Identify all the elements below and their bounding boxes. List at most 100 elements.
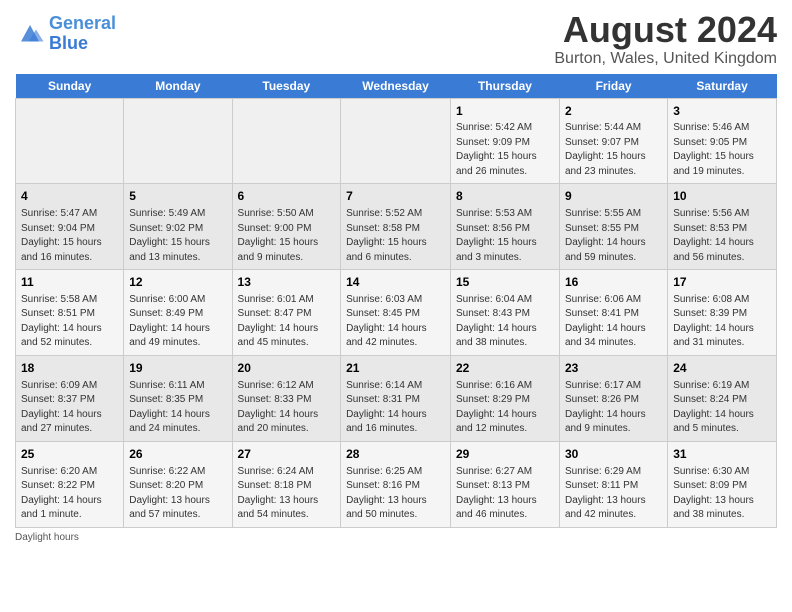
calendar-cell: 27 Sunrise: 6:24 AM Sunset: 8:18 PM Dayli… (232, 441, 341, 527)
calendar-cell: 12Sunrise: 6:00 AM Sunset: 8:49 PM Dayli… (124, 270, 232, 356)
day-info: Sunrise: 6:29 AM Sunset: 8:11 PM Dayligh… (565, 465, 662, 523)
calendar-cell: 2Sunrise: 5:44 AM Sunset: 9:07 PM Daylig… (559, 98, 667, 184)
day-info: Sunrise: 6:20 AM Sunset: 8:22 PM Dayligh… (21, 465, 118, 523)
day-number: 6 (238, 188, 336, 205)
calendar-day-header: Sunday (16, 74, 124, 99)
header: General Blue August 2024 Burton, Wales, … (15, 10, 777, 68)
day-info: Sunrise: 5:44 AM Sunset: 9:07 PM Dayligh… (565, 121, 662, 179)
footer-text: Daylight hours (15, 532, 79, 543)
calendar-cell: 11 Sunrise: 5:58 AM Sunset: 8:51 PM Dayli… (16, 270, 124, 356)
day-info: Sunrise: 5:50 AM Sunset: 9:00 PM Dayligh… (238, 207, 336, 265)
calendar-cell: 19Sunrise: 6:11 AM Sunset: 8:35 PM Dayli… (124, 355, 232, 441)
day-number: 7 (346, 188, 445, 205)
day-number: 17 (673, 274, 771, 291)
title-block: August 2024 Burton, Wales, United Kingdo… (554, 10, 777, 68)
day-info: Sunrise: 6:22 AM Sunset: 8:20 PM Dayligh… (129, 465, 226, 523)
calendar-day-header: Tuesday (232, 74, 341, 99)
day-number: 11 (21, 274, 118, 291)
day-info: Sunrise: 5:52 AM Sunset: 8:58 PM Dayligh… (346, 207, 445, 265)
calendar-cell (124, 98, 232, 184)
day-number: 16 (565, 274, 662, 291)
day-info: Sunrise: 6:06 AM Sunset: 8:41 PM Dayligh… (565, 293, 662, 351)
calendar-cell: 21Sunrise: 6:14 AM Sunset: 8:31 PM Dayli… (341, 355, 451, 441)
day-info: Sunrise: 5:55 AM Sunset: 8:55 PM Dayligh… (565, 207, 662, 265)
day-number: 10 (673, 188, 771, 205)
calendar-cell: 18Sunrise: 6:09 AM Sunset: 8:37 PM Dayli… (16, 355, 124, 441)
day-number: 28 (346, 446, 445, 463)
calendar-day-header: Saturday (668, 74, 777, 99)
calendar-cell: 23 Sunrise: 6:17 AM Sunset: 8:26 PM Dayli… (559, 355, 667, 441)
day-info: Sunrise: 6:19 AM Sunset: 8:24 PM Dayligh… (673, 379, 771, 437)
calendar-cell: 31Sunrise: 6:30 AM Sunset: 8:09 PM Dayli… (668, 441, 777, 527)
day-info: Sunrise: 6:04 AM Sunset: 8:43 PM Dayligh… (456, 293, 554, 351)
calendar-cell: 22Sunrise: 6:16 AM Sunset: 8:29 PM Dayli… (450, 355, 559, 441)
day-info: Sunrise: 6:12 AM Sunset: 8:33 PM Dayligh… (238, 379, 336, 437)
subtitle: Burton, Wales, United Kingdom (554, 50, 777, 68)
day-number: 21 (346, 360, 445, 377)
day-number: 24 (673, 360, 771, 377)
calendar-cell: 25 Sunrise: 6:20 AM Sunset: 8:22 PM Dayli… (16, 441, 124, 527)
day-number: 13 (238, 274, 336, 291)
day-number: 30 (565, 446, 662, 463)
calendar-cell (16, 98, 124, 184)
day-number: 3 (673, 103, 771, 120)
calendar-cell: 26 Sunrise: 6:22 AM Sunset: 8:20 PM Dayli… (124, 441, 232, 527)
calendar-week-row: 18Sunrise: 6:09 AM Sunset: 8:37 PM Dayli… (16, 355, 777, 441)
calendar-day-header: Monday (124, 74, 232, 99)
calendar-cell: 28 Sunrise: 6:25 AM Sunset: 8:16 PM Dayli… (341, 441, 451, 527)
calendar-day-header: Thursday (450, 74, 559, 99)
footer: Daylight hours (15, 532, 777, 543)
day-info: Sunrise: 6:16 AM Sunset: 8:29 PM Dayligh… (456, 379, 554, 437)
day-number: 4 (21, 188, 118, 205)
calendar-cell: 5Sunrise: 5:49 AM Sunset: 9:02 PM Daylig… (124, 184, 232, 270)
day-number: 29 (456, 446, 554, 463)
calendar-cell: 14 Sunrise: 6:03 AM Sunset: 8:45 PM Dayli… (341, 270, 451, 356)
day-number: 9 (565, 188, 662, 205)
day-number: 20 (238, 360, 336, 377)
calendar-cell: 17 Sunrise: 6:08 AM Sunset: 8:39 PM Dayli… (668, 270, 777, 356)
day-info: Sunrise: 5:47 AM Sunset: 9:04 PM Dayligh… (21, 207, 118, 265)
day-number: 15 (456, 274, 554, 291)
calendar-cell: 10 Sunrise: 5:56 AM Sunset: 8:53 PM Dayli… (668, 184, 777, 270)
day-number: 25 (21, 446, 118, 463)
day-info: Sunrise: 6:24 AM Sunset: 8:18 PM Dayligh… (238, 465, 336, 523)
day-info: Sunrise: 5:46 AM Sunset: 9:05 PM Dayligh… (673, 121, 771, 179)
calendar-cell: 30 Sunrise: 6:29 AM Sunset: 8:11 PM Dayli… (559, 441, 667, 527)
calendar-cell: 20 Sunrise: 6:12 AM Sunset: 8:33 PM Dayli… (232, 355, 341, 441)
day-number: 1 (456, 103, 554, 120)
calendar-cell: 8Sunrise: 5:53 AM Sunset: 8:56 PM Daylig… (450, 184, 559, 270)
day-info: Sunrise: 5:58 AM Sunset: 8:51 PM Dayligh… (21, 293, 118, 351)
calendar-day-header: Friday (559, 74, 667, 99)
day-info: Sunrise: 5:56 AM Sunset: 8:53 PM Dayligh… (673, 207, 771, 265)
calendar-cell (341, 98, 451, 184)
day-info: Sunrise: 6:17 AM Sunset: 8:26 PM Dayligh… (565, 379, 662, 437)
main-container: General Blue August 2024 Burton, Wales, … (0, 0, 792, 553)
day-number: 27 (238, 446, 336, 463)
day-info: Sunrise: 6:09 AM Sunset: 8:37 PM Dayligh… (21, 379, 118, 437)
day-info: Sunrise: 6:25 AM Sunset: 8:16 PM Dayligh… (346, 465, 445, 523)
calendar-cell: 3Sunrise: 5:46 AM Sunset: 9:05 PM Daylig… (668, 98, 777, 184)
calendar-cell: 29 Sunrise: 6:27 AM Sunset: 8:13 PM Dayli… (450, 441, 559, 527)
day-number: 14 (346, 274, 445, 291)
logo-text: General Blue (49, 14, 116, 54)
calendar-cell: 9 Sunrise: 5:55 AM Sunset: 8:55 PM Daylig… (559, 184, 667, 270)
day-info: Sunrise: 6:08 AM Sunset: 8:39 PM Dayligh… (673, 293, 771, 351)
calendar-header-row: SundayMondayTuesdayWednesdayThursdayFrid… (16, 74, 777, 99)
day-number: 19 (129, 360, 226, 377)
calendar-week-row: 25 Sunrise: 6:20 AM Sunset: 8:22 PM Dayli… (16, 441, 777, 527)
logo-icon (15, 19, 45, 49)
day-number: 5 (129, 188, 226, 205)
day-info: Sunrise: 6:03 AM Sunset: 8:45 PM Dayligh… (346, 293, 445, 351)
day-number: 26 (129, 446, 226, 463)
calendar-table: SundayMondayTuesdayWednesdayThursdayFrid… (15, 74, 777, 528)
day-info: Sunrise: 6:27 AM Sunset: 8:13 PM Dayligh… (456, 465, 554, 523)
logo: General Blue (15, 14, 116, 54)
calendar-cell: 24 Sunrise: 6:19 AM Sunset: 8:24 PM Dayli… (668, 355, 777, 441)
day-number: 23 (565, 360, 662, 377)
day-info: Sunrise: 6:01 AM Sunset: 8:47 PM Dayligh… (238, 293, 336, 351)
calendar-week-row: 1Sunrise: 5:42 AM Sunset: 9:09 PM Daylig… (16, 98, 777, 184)
calendar-cell: 4 Sunrise: 5:47 AM Sunset: 9:04 PM Daylig… (16, 184, 124, 270)
day-number: 2 (565, 103, 662, 120)
calendar-week-row: 11 Sunrise: 5:58 AM Sunset: 8:51 PM Dayli… (16, 270, 777, 356)
calendar-day-header: Wednesday (341, 74, 451, 99)
